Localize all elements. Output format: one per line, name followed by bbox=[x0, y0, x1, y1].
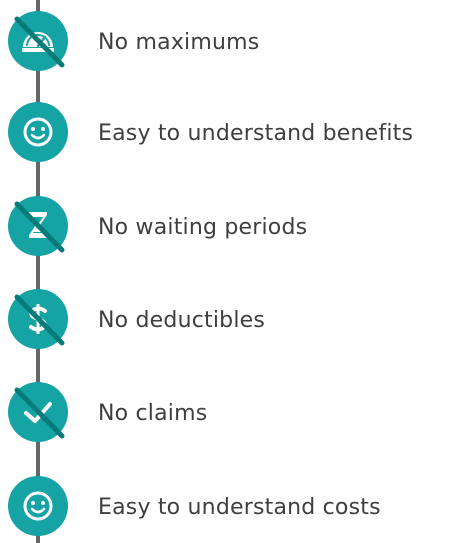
hourglass-icon bbox=[4, 192, 72, 260]
feature-item-easy-benefits: Easy to understand benefits bbox=[0, 90, 452, 180]
feature-label: No deductibles bbox=[98, 308, 266, 333]
feature-item-no-maximums: No maximums bbox=[0, 0, 452, 90]
smiley-icon bbox=[4, 472, 72, 540]
feature-label: No waiting periods bbox=[98, 215, 308, 240]
dollar-sign-icon bbox=[4, 285, 72, 353]
feature-label: No claims bbox=[98, 401, 208, 426]
feature-item-easy-costs: Easy to understand costs bbox=[0, 450, 452, 540]
feature-item-no-waiting-periods: No waiting periods bbox=[0, 180, 452, 270]
feature-item-no-deductibles: No deductibles bbox=[0, 270, 452, 360]
feature-label: No maximums bbox=[98, 30, 260, 55]
feature-label: Easy to understand benefits bbox=[98, 121, 414, 146]
feature-label: Easy to understand costs bbox=[98, 495, 381, 520]
smiley-icon bbox=[4, 98, 72, 166]
speedometer-icon bbox=[4, 7, 72, 75]
checkmark-icon bbox=[4, 378, 72, 446]
feature-item-no-claims: No claims bbox=[0, 360, 452, 450]
